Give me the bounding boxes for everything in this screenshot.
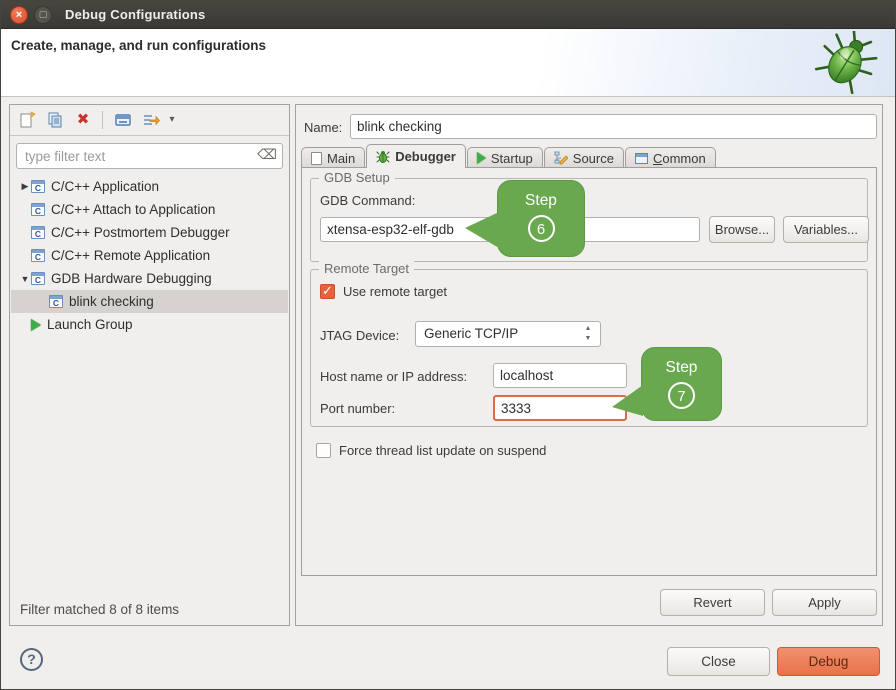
port-number-input[interactable] [493, 395, 627, 421]
callout-arrow [465, 212, 499, 248]
filter-launch-configurations-icon[interactable] [142, 111, 160, 129]
tab-startup[interactable]: Startup [467, 147, 543, 168]
tree-item-launch-group[interactable]: Launch Group [11, 313, 288, 336]
filter-field: ⌫ [16, 143, 283, 169]
debugger-tab-content: GDB Setup GDB Command: Browse... Variabl… [301, 167, 877, 576]
startup-tab-icon [477, 152, 486, 164]
c-cpp-app-icon: C [31, 180, 45, 193]
tree-item-c-application[interactable]: ▶ C C/C++ Application [11, 175, 288, 198]
c-cpp-app-icon: C [31, 272, 45, 285]
collapse-all-icon[interactable] [114, 111, 132, 129]
main-tab-icon [311, 152, 322, 165]
debugger-bug-icon [376, 150, 390, 164]
port-number-label: Port number: [320, 401, 395, 416]
banner: Create, manage, and run configurations [1, 29, 895, 97]
debug-configurations-dialog: × ▢ Debug Configurations Create, manage,… [0, 0, 896, 690]
callout-step-text: Step [498, 192, 584, 210]
remote-target-group-label: Remote Target [319, 261, 414, 276]
combo-spinner-icon[interactable]: ▲▼ [582, 324, 594, 344]
variables-button[interactable]: Variables... [783, 216, 869, 243]
toolbar-separator [102, 111, 103, 129]
step-7-callout: Step 7 [641, 347, 722, 421]
window-title: Debug Configurations [65, 1, 206, 29]
use-remote-target-row: ✓ Use remote target [320, 284, 447, 299]
force-thread-checkbox[interactable] [316, 443, 331, 458]
tree-item-c-postmortem[interactable]: C C/C++ Postmortem Debugger [11, 221, 288, 244]
apply-button[interactable]: Apply [772, 589, 877, 616]
name-input[interactable] [350, 114, 877, 139]
gdb-setup-group: GDB Setup GDB Command: Browse... Variabl… [310, 178, 868, 262]
tab-source[interactable]: Source [544, 147, 624, 168]
clear-filter-icon[interactable]: ⌫ [257, 146, 277, 163]
tree-item-label: blink checking [69, 294, 154, 309]
remote-target-group: Remote Target ✓ Use remote target JTAG D… [310, 269, 868, 427]
callout-step-text: Step [642, 359, 721, 377]
sidebar-toolbar: ✖ ▾ [10, 105, 289, 136]
jtag-device-label: JTAG Device: [320, 328, 399, 343]
gdb-setup-group-label: GDB Setup [319, 170, 395, 185]
tree-item-blink-checking[interactable]: C blink checking [11, 290, 288, 313]
filter-matched-status: Filter matched 8 of 8 items [20, 602, 179, 617]
expand-arrow-icon[interactable]: ▶ [19, 181, 31, 192]
close-window-icon[interactable]: × [10, 6, 28, 24]
toolbar-menu-caret-icon[interactable]: ▾ [166, 111, 178, 129]
force-thread-row: Force thread list update on suspend [316, 443, 546, 458]
debug-button[interactable]: Debug [777, 647, 880, 676]
tree-item-label: C/C++ Remote Application [51, 248, 210, 263]
common-tab-icon [635, 153, 648, 164]
new-configuration-icon[interactable] [18, 111, 36, 129]
callout-step-number: 7 [668, 382, 695, 409]
use-remote-target-label: Use remote target [343, 284, 447, 299]
filter-input[interactable] [23, 145, 253, 167]
callout-arrow [612, 385, 643, 416]
tab-common[interactable]: Common [625, 147, 716, 168]
tab-debugger[interactable]: Debugger [366, 144, 466, 168]
c-cpp-app-icon: C [31, 203, 45, 216]
revert-button[interactable]: Revert [660, 589, 765, 616]
source-tab-icon [554, 151, 568, 165]
force-thread-label: Force thread list update on suspend [339, 443, 546, 458]
configurations-sidebar: ✖ ▾ ⌫ ▶ C C/C++ Application [9, 104, 290, 626]
tab-bar: Main Debugger Startup [301, 144, 717, 168]
title-bar: × ▢ Debug Configurations [1, 1, 895, 29]
configurations-tree: ▶ C C/C++ Application C C/C++ Attach to … [11, 175, 288, 336]
callout-step-number: 6 [528, 215, 555, 242]
collapse-arrow-icon[interactable]: ▼ [19, 274, 31, 284]
tree-item-gdb-hardware[interactable]: ▼ C GDB Hardware Debugging [11, 267, 288, 290]
c-cpp-app-icon: C [31, 226, 45, 239]
jtag-device-combo[interactable]: Generic TCP/IP ▲▼ [415, 321, 601, 347]
host-name-input[interactable] [493, 363, 627, 388]
jtag-device-value: Generic TCP/IP [424, 326, 518, 341]
duplicate-configuration-icon[interactable] [46, 111, 64, 129]
launch-group-icon [31, 319, 41, 331]
host-name-label: Host name or IP address: [320, 369, 467, 384]
debug-bug-icon [809, 31, 883, 95]
tree-item-c-remote[interactable]: C C/C++ Remote Application [11, 244, 288, 267]
close-button[interactable]: Close [667, 647, 770, 676]
gdb-command-label: GDB Command: [320, 193, 415, 208]
name-label: Name: [304, 120, 342, 135]
tree-item-label: C/C++ Postmortem Debugger [51, 225, 230, 240]
c-cpp-app-icon: C [49, 295, 63, 308]
step-6-callout: Step 6 [497, 180, 585, 257]
tree-item-label: C/C++ Attach to Application [51, 202, 215, 217]
c-cpp-app-icon: C [31, 249, 45, 262]
use-remote-target-checkbox[interactable]: ✓ [320, 284, 335, 299]
tree-item-c-attach[interactable]: C C/C++ Attach to Application [11, 198, 288, 221]
tab-main[interactable]: Main [301, 147, 365, 168]
browse-button[interactable]: Browse... [709, 216, 775, 243]
help-button[interactable]: ? [20, 648, 43, 671]
restore-window-icon[interactable]: ▢ [34, 6, 52, 24]
tree-item-label: GDB Hardware Debugging [51, 271, 212, 286]
tree-item-label: C/C++ Application [51, 179, 159, 194]
delete-configuration-icon[interactable]: ✖ [74, 111, 92, 129]
banner-heading: Create, manage, and run configurations [11, 38, 266, 53]
configuration-editor: Name: Main Debugger [295, 104, 883, 626]
tree-item-label: Launch Group [47, 317, 133, 332]
